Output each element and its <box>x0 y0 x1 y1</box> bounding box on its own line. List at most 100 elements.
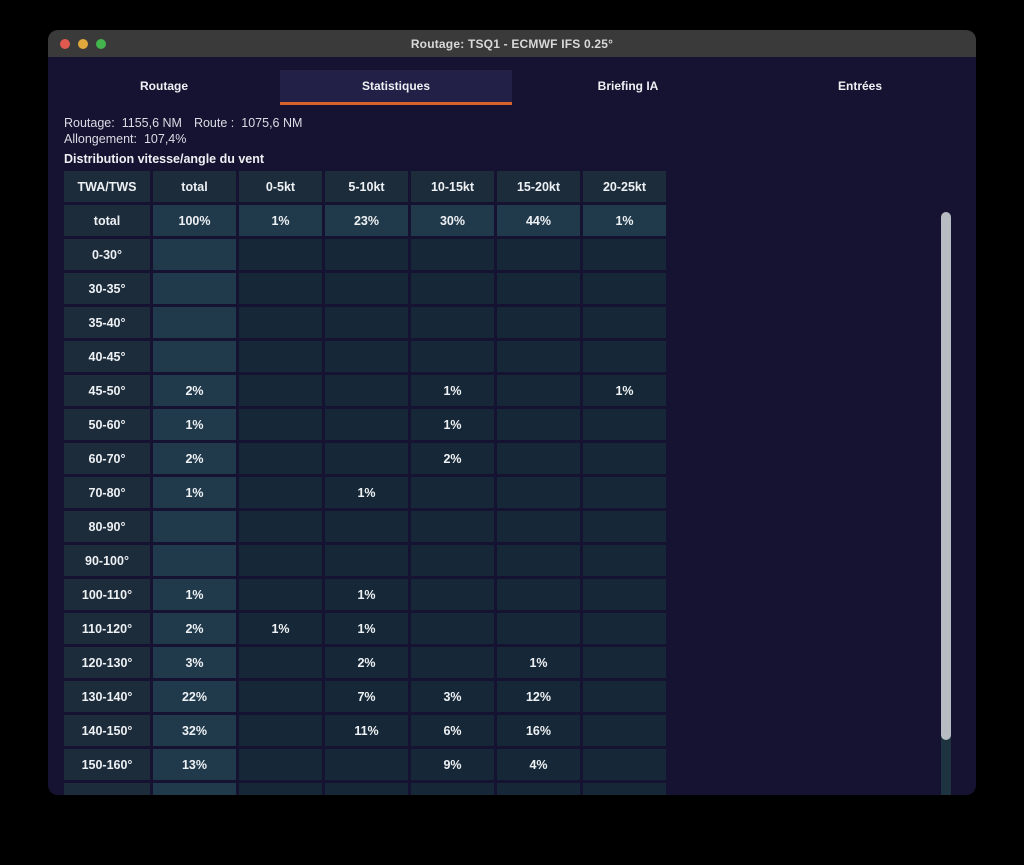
value-cell <box>411 545 494 576</box>
value-cell <box>239 375 322 406</box>
scrollbar-thumb[interactable] <box>941 212 951 740</box>
value-cell <box>497 341 580 372</box>
value-cell: 2% <box>153 443 236 474</box>
value-cell <box>239 545 322 576</box>
table-row: 150-160°13%9%4% <box>64 749 666 780</box>
window-content: RoutageStatistiquesBriefing IAEntrées Ro… <box>48 70 976 795</box>
value-cell: 1% <box>325 579 408 610</box>
value-cell <box>583 341 666 372</box>
tab-routage[interactable]: Routage <box>48 70 280 105</box>
table-row: 140-150°32%11%6%16% <box>64 715 666 746</box>
value-cell <box>497 783 580 795</box>
table-row: 40-45° <box>64 341 666 372</box>
value-cell: 2% <box>325 647 408 678</box>
value-cell: 3% <box>411 681 494 712</box>
value-cell: 1% <box>325 477 408 508</box>
value-cell: 4% <box>497 749 580 780</box>
tab-entr-es[interactable]: Entrées <box>744 70 976 105</box>
table-header: TWA/TWStotal0-5kt5-10kt10-15kt15-20kt20-… <box>64 171 666 202</box>
value-cell <box>239 477 322 508</box>
value-cell: 100% <box>153 205 236 236</box>
window-titlebar[interactable]: Routage: TSQ1 - ECMWF IFS 0.25° <box>48 30 976 57</box>
value-cell: 11% <box>325 715 408 746</box>
col-header: 10-15kt <box>411 171 494 202</box>
value-cell <box>583 273 666 304</box>
value-cell <box>239 511 322 542</box>
scrollbar-track[interactable] <box>941 212 951 795</box>
minimize-button[interactable] <box>78 39 88 49</box>
value-cell <box>583 579 666 610</box>
value-cell: 2% <box>153 613 236 644</box>
row-label: 90-100° <box>64 545 150 576</box>
value-cell: 1% <box>583 205 666 236</box>
value-cell <box>411 273 494 304</box>
value-cell <box>497 409 580 440</box>
value-cell <box>583 681 666 712</box>
table-row: 100-110°1%1% <box>64 579 666 610</box>
value-cell <box>325 239 408 270</box>
col-header: 0-5kt <box>239 171 322 202</box>
tab-briefing-ia[interactable]: Briefing IA <box>512 70 744 105</box>
value-cell: 32% <box>153 715 236 746</box>
header-row: TWA/TWStotal0-5kt5-10kt10-15kt15-20kt20-… <box>64 171 666 202</box>
value-cell <box>239 715 322 746</box>
value-cell <box>583 443 666 474</box>
value-cell: 1% <box>153 579 236 610</box>
value-cell: 2% <box>153 375 236 406</box>
row-label: 50-60° <box>64 409 150 440</box>
table-row: 35-40° <box>64 307 666 338</box>
desktop-background: Routage: TSQ1 - ECMWF IFS 0.25° RoutageS… <box>0 0 1024 865</box>
value-cell <box>325 307 408 338</box>
value-cell: 12% <box>497 681 580 712</box>
value-cell <box>153 511 236 542</box>
value-cell: 1% <box>411 409 494 440</box>
value-cell <box>239 783 322 795</box>
value-cell: 1% <box>239 205 322 236</box>
allongement-label: Allongement: <box>64 132 137 146</box>
table-row: 0-30° <box>64 239 666 270</box>
value-cell <box>239 681 322 712</box>
value-cell <box>153 273 236 304</box>
value-cell <box>239 443 322 474</box>
value-cell <box>325 273 408 304</box>
zoom-button[interactable] <box>96 39 106 49</box>
tab-bar: RoutageStatistiquesBriefing IAEntrées <box>48 70 976 105</box>
row-label: 40-45° <box>64 341 150 372</box>
value-cell <box>497 511 580 542</box>
value-cell: 3% <box>153 647 236 678</box>
value-cell <box>411 511 494 542</box>
value-cell <box>239 307 322 338</box>
route-label: Route : <box>194 116 234 130</box>
value-cell <box>497 477 580 508</box>
value-cell <box>583 511 666 542</box>
value-cell: 2% <box>411 443 494 474</box>
value-cell: 13% <box>153 749 236 780</box>
row-label: 130-140° <box>64 681 150 712</box>
table-row: 30-35° <box>64 273 666 304</box>
section-title: Distribution vitesse/angle du vent <box>64 152 960 166</box>
value-cell: 1% <box>583 375 666 406</box>
row-label <box>64 783 150 795</box>
col-header: TWA/TWS <box>64 171 150 202</box>
value-cell <box>497 545 580 576</box>
value-cell <box>325 375 408 406</box>
value-cell <box>325 783 408 795</box>
row-label: 60-70° <box>64 443 150 474</box>
value-cell <box>583 647 666 678</box>
table-row: 60-70°2%2% <box>64 443 666 474</box>
value-cell <box>497 443 580 474</box>
value-cell <box>239 409 322 440</box>
value-cell: 9% <box>411 749 494 780</box>
table-row: 45-50°2%1%1% <box>64 375 666 406</box>
value-cell: 16% <box>497 715 580 746</box>
main-area: Routage:1155,6 NMRoute :1075,6 NM Allong… <box>48 105 976 795</box>
value-cell <box>153 307 236 338</box>
app-window: Routage: TSQ1 - ECMWF IFS 0.25° RoutageS… <box>48 30 976 795</box>
close-button[interactable] <box>60 39 70 49</box>
value-cell <box>153 783 236 795</box>
tab-statistiques[interactable]: Statistiques <box>280 70 512 105</box>
routage-label: Routage: <box>64 116 115 130</box>
value-cell <box>583 307 666 338</box>
value-cell: 7% <box>325 681 408 712</box>
value-cell <box>325 409 408 440</box>
